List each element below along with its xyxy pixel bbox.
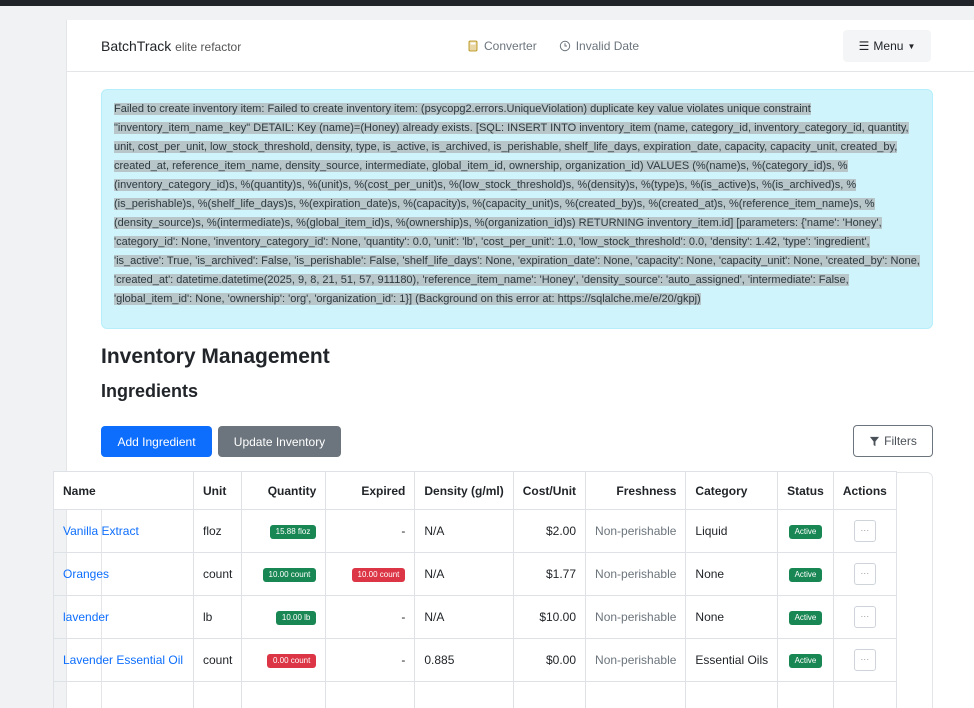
table-row: lavender lb 10.00 lb - N/A $10.00 Non-pe… — [53, 595, 897, 639]
col-status[interactable]: Status — [777, 471, 834, 510]
col-unit[interactable]: Unit — [192, 471, 243, 510]
status-badge: Active — [788, 568, 823, 582]
item-cost: $2.00 — [512, 509, 587, 553]
brand-name[interactable]: BatchTrack — [101, 38, 171, 54]
col-quantity[interactable]: Quantity — [241, 471, 327, 510]
calculator-icon — [468, 40, 478, 52]
quantity-badge: 15.88 floz — [269, 525, 317, 539]
col-actions[interactable]: Actions — [832, 471, 897, 510]
item-density: N/A — [414, 509, 514, 553]
item-unit: lb — [192, 595, 243, 639]
item-expired: - — [325, 638, 416, 682]
item-density: N/A — [414, 552, 514, 596]
error-message: Failed to create inventory item: Failed … — [114, 103, 920, 305]
caret-down-icon: ▼ — [907, 41, 916, 51]
item-freshness: Non-perishable — [585, 638, 687, 682]
hamburger-icon: ☰ — [858, 39, 870, 53]
item-name-link[interactable]: lavender — [53, 595, 194, 639]
item-name-link[interactable]: Vanilla Extract — [53, 509, 194, 553]
item-category: Essential Oils — [685, 638, 779, 682]
table-row: Vanilla Extract floz 15.88 floz - N/A $2… — [53, 509, 897, 553]
item-unit: floz — [192, 509, 243, 553]
status-badge: Active — [788, 611, 823, 625]
clock-icon — [559, 40, 570, 52]
filters-button[interactable]: Filters — [853, 425, 933, 457]
item-density: N/A — [414, 595, 514, 639]
item-cost: $1.77 — [512, 552, 587, 596]
brand[interactable]: BatchTrack elite refactor — [101, 38, 241, 54]
quantity-badge: 10.00 lb — [275, 611, 317, 625]
nav-link-date[interactable]: Invalid Date — [559, 39, 639, 53]
inventory-table: Name Unit Quantity Expired Density (g/ml… — [53, 471, 897, 708]
nav-links: Converter Invalid Date — [467, 39, 639, 53]
menu-label: Menu — [873, 39, 904, 53]
item-freshness: Non-perishable — [585, 595, 687, 639]
item-density: 0.885 — [414, 638, 514, 682]
item-cost: $10.00 — [512, 595, 587, 639]
page-title: Inventory Management — [101, 345, 330, 368]
col-category[interactable]: Category — [685, 471, 779, 510]
table-row — [53, 681, 897, 708]
item-name-link[interactable]: Lavender Essential Oil — [53, 638, 194, 682]
menu-button[interactable]: ☰ Menu ▼ — [843, 30, 931, 62]
col-density[interactable]: Density (g/ml) — [414, 471, 514, 510]
item-category: Liquid — [685, 509, 779, 553]
window-top-bar — [0, 0, 974, 6]
quantity-badge: 0.00 count — [266, 654, 317, 668]
actions-button[interactable]: ··· — [853, 563, 876, 585]
item-category: None — [685, 595, 779, 639]
filters-label: Filters — [884, 434, 917, 448]
section-title: Ingredients — [101, 381, 199, 401]
status-badge: Active — [788, 654, 823, 668]
brand-subtitle: elite refactor — [175, 40, 242, 54]
item-cost: $0.00 — [512, 638, 587, 682]
col-freshness[interactable]: Freshness — [585, 471, 687, 510]
add-ingredient-button[interactable]: Add Ingredient — [101, 426, 212, 457]
table-header-row: Name Unit Quantity Expired Density (g/ml… — [53, 471, 897, 510]
navbar: BatchTrack elite refactor Converter Inva… — [67, 20, 974, 72]
actions-button[interactable]: ··· — [853, 520, 876, 542]
update-inventory-button[interactable]: Update Inventory — [218, 426, 341, 457]
col-cost[interactable]: Cost/Unit — [512, 471, 587, 510]
status-badge: Active — [788, 525, 823, 539]
item-freshness: Non-perishable — [585, 509, 687, 553]
item-unit: count — [192, 552, 243, 596]
item-expired: - — [325, 509, 416, 553]
nav-link-date-label[interactable]: Invalid Date — [576, 39, 639, 53]
expired-badge: 10.00 count — [351, 568, 406, 582]
nav-link-converter[interactable]: Converter — [467, 39, 537, 53]
item-expired: - — [325, 595, 416, 639]
item-unit: count — [192, 638, 243, 682]
item-freshness: Non-perishable — [585, 552, 687, 596]
col-expired[interactable]: Expired — [325, 471, 416, 510]
table-row: Lavender Essential Oil count 0.00 count … — [53, 638, 897, 682]
actions-button[interactable]: ··· — [853, 606, 876, 628]
table-row: Oranges count 10.00 count 10.00 count N/… — [53, 552, 897, 596]
actions-button[interactable]: ··· — [853, 649, 876, 671]
filter-icon — [870, 436, 880, 446]
nav-link-converter-label[interactable]: Converter — [484, 39, 537, 53]
item-name-link[interactable]: Oranges — [53, 552, 194, 596]
quantity-badge: 10.00 count — [262, 568, 317, 582]
col-name[interactable]: Name — [53, 471, 194, 510]
item-category: None — [685, 552, 779, 596]
error-alert: Failed to create inventory item: Failed … — [101, 89, 933, 329]
